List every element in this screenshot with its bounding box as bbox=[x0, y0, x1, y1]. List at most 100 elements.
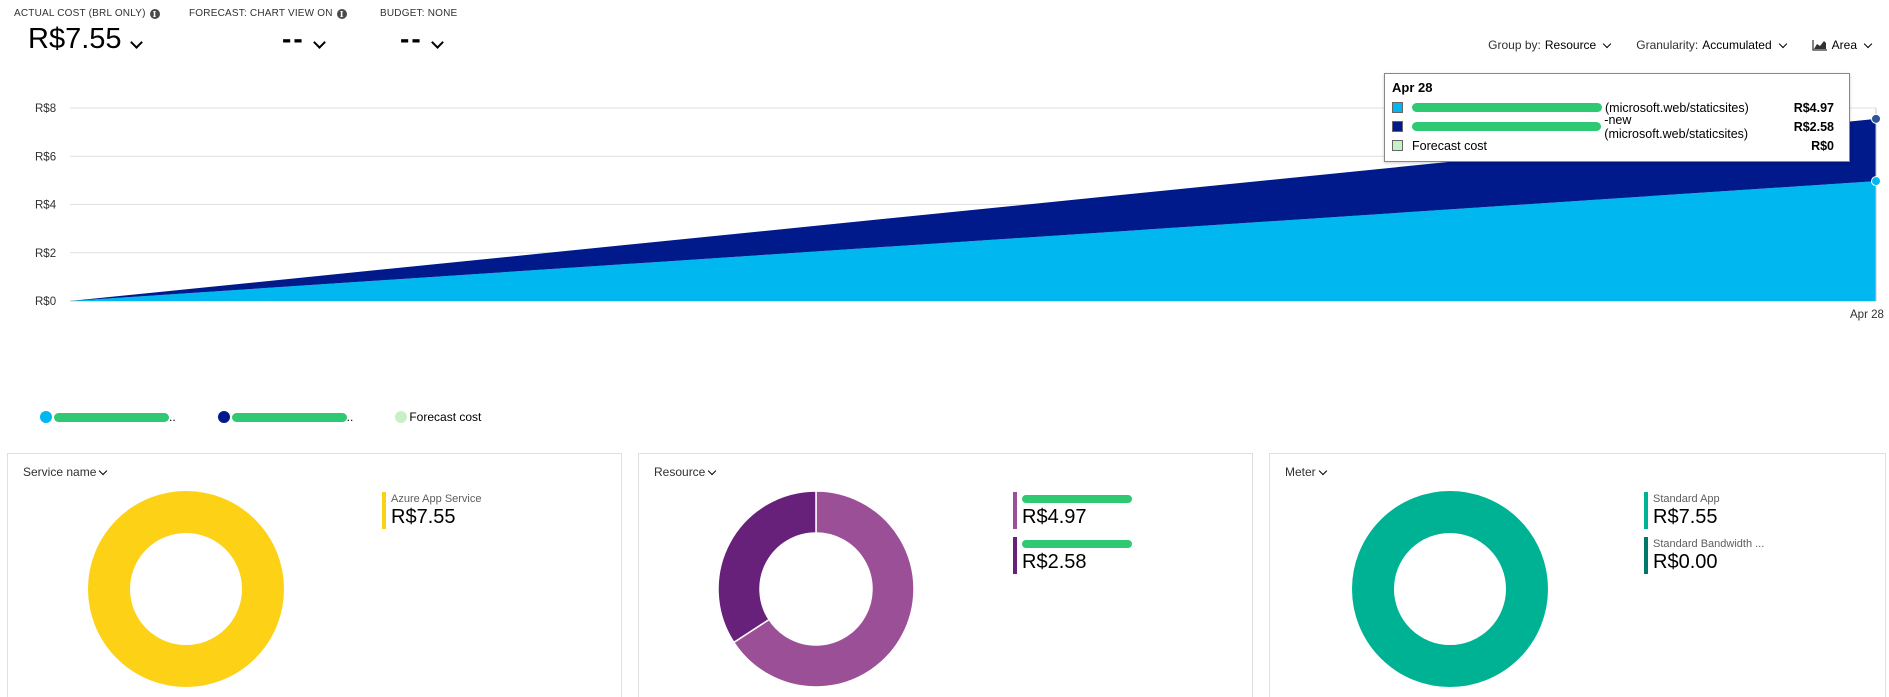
cost-analysis-view: ACTUAL COST (BRL ONLY) i R$7.55 FORECAST… bbox=[0, 0, 1889, 697]
series-swatch bbox=[1392, 140, 1403, 151]
tooltip-series-value: R$4.97 bbox=[1793, 100, 1834, 115]
redacted-text bbox=[231, 412, 347, 422]
chevron-down-icon[interactable] bbox=[430, 35, 444, 49]
resource-header: Resource bbox=[654, 465, 706, 479]
legend-label: .. bbox=[346, 410, 354, 424]
tooltip-date: Apr 28 bbox=[1392, 80, 1433, 95]
service-donut-chart[interactable] bbox=[86, 489, 286, 689]
card-legend-label: Standard App bbox=[1653, 492, 1720, 505]
card-legend-text: Azure App Service R$7.55 bbox=[391, 492, 482, 529]
legend-color-bar bbox=[1644, 537, 1648, 574]
kpi-forecast-value-row[interactable]: -- bbox=[282, 23, 347, 55]
legend-dot bbox=[40, 411, 52, 423]
granularity-dropdown[interactable]: Granularity: Accumulated bbox=[1636, 38, 1787, 52]
card-legend-text: R$4.97 bbox=[1022, 492, 1135, 529]
tooltip-row: -new (microsoft.web/staticsites) R$2.58 bbox=[1392, 113, 1842, 141]
card-legend-value: R$2.58 bbox=[1022, 551, 1087, 573]
tooltip-series-value: R$2.58 bbox=[1793, 119, 1834, 134]
legend-item[interactable]: .. bbox=[217, 410, 354, 424]
chevron-down-icon bbox=[708, 466, 717, 475]
kpi-budget-value-row[interactable]: -- bbox=[400, 23, 457, 55]
service-name-card: Service name Azure App Service R$7.55 bbox=[7, 453, 622, 697]
legend-color-bar bbox=[1644, 492, 1648, 529]
donut-slice[interactable] bbox=[717, 490, 817, 644]
resource-donut-chart[interactable] bbox=[716, 489, 916, 689]
kpi-actual-cost[interactable]: ACTUAL COST (BRL ONLY) i R$7.55 bbox=[14, 8, 160, 56]
card-legend-value: R$4.97 bbox=[1022, 506, 1087, 528]
kpi-budget[interactable]: BUDGET: NONE -- bbox=[380, 8, 457, 55]
chart-tooltip: Apr 28 (microsoft.web/staticsites) R$4.97… bbox=[1384, 73, 1850, 162]
data-point-1[interactable] bbox=[1871, 176, 1881, 187]
redacted-text bbox=[1022, 539, 1132, 548]
kpi-actual-cost-value: R$7.55 bbox=[28, 23, 122, 55]
granularity-label: Granularity: bbox=[1636, 38, 1699, 52]
info-icon[interactable]: i bbox=[336, 8, 347, 19]
service-name-header: Service name bbox=[23, 465, 97, 479]
chart-type-value: Area bbox=[1831, 38, 1857, 52]
series-swatch bbox=[1392, 121, 1403, 132]
chevron-down-icon bbox=[1863, 39, 1873, 48]
resource-legend: R$4.97 R$2.58 bbox=[1013, 492, 1135, 582]
y-tick-label: R$8 bbox=[35, 103, 56, 115]
card-legend-item[interactable]: R$4.97 bbox=[1013, 492, 1135, 529]
y-tick-label: R$2 bbox=[35, 248, 56, 260]
card-legend-label bbox=[1022, 492, 1135, 505]
kpi-budget-value: -- bbox=[400, 23, 423, 54]
card-legend-item[interactable]: Azure App Service R$7.55 bbox=[382, 492, 482, 529]
chart-toolbar: Group by: Resource Granularity: Accumula… bbox=[1488, 38, 1873, 52]
group-by-dropdown[interactable]: Group by: Resource bbox=[1488, 38, 1612, 52]
tooltip-series-label: Forecast cost bbox=[1412, 138, 1488, 153]
tooltip-row: Forecast cost R$0 bbox=[1392, 136, 1842, 155]
meter-dropdown[interactable]: Meter bbox=[1285, 465, 1327, 479]
meter-card: Meter Standard App R$7.55 Standard Bandwid… bbox=[1269, 453, 1886, 697]
chevron-down-icon bbox=[1602, 39, 1612, 48]
legend-color-bar bbox=[1013, 537, 1017, 574]
card-legend-item[interactable]: Standard Bandwidth ... R$0.00 bbox=[1644, 537, 1764, 574]
kpi-actual-cost-value-row[interactable]: R$7.55 bbox=[28, 23, 160, 56]
kpi-actual-cost-label-row: ACTUAL COST (BRL ONLY) i bbox=[14, 8, 160, 19]
y-tick-label: R$4 bbox=[35, 200, 57, 212]
meter-header: Meter bbox=[1285, 465, 1316, 479]
group-by-label: Group by: bbox=[1488, 38, 1541, 52]
chevron-down-icon bbox=[99, 466, 108, 475]
card-legend-label: Azure App Service bbox=[391, 492, 482, 505]
service-legend: Azure App Service R$7.55 bbox=[382, 492, 482, 537]
card-legend-value: R$7.55 bbox=[391, 506, 456, 528]
resource-card: Resource R$4.97 R$2.58 bbox=[638, 453, 1253, 697]
meter-legend: Standard App R$7.55 Standard Bandwidth ...… bbox=[1644, 492, 1764, 582]
meter-donut-chart[interactable] bbox=[1350, 489, 1550, 689]
legend-color-bar bbox=[1013, 492, 1017, 529]
legend-item[interactable]: .. bbox=[40, 410, 176, 424]
redacted-text bbox=[1412, 122, 1602, 131]
card-legend-item[interactable]: R$2.58 bbox=[1013, 537, 1135, 574]
redacted-text bbox=[1412, 103, 1602, 112]
tooltip-series-name: Forecast cost bbox=[1412, 139, 1778, 153]
area-chart-icon bbox=[1812, 40, 1827, 51]
y-tick-label: R$0 bbox=[35, 296, 56, 308]
kpi-forecast-value: -- bbox=[282, 23, 305, 54]
granularity-value: Accumulated bbox=[1702, 38, 1772, 52]
info-icon[interactable]: i bbox=[149, 8, 160, 19]
chart-legend: .... Forecast cost bbox=[40, 410, 523, 424]
legend-item[interactable]: Forecast cost bbox=[395, 410, 481, 424]
card-legend-text: R$2.58 bbox=[1022, 537, 1135, 574]
legend-label: .. bbox=[169, 410, 176, 424]
legend-label: Forecast cost bbox=[409, 410, 482, 424]
chart-type-dropdown[interactable]: Area bbox=[1812, 38, 1873, 52]
service-name-dropdown[interactable]: Service name bbox=[23, 465, 108, 479]
x-tick-label: Apr 28 bbox=[1850, 309, 1884, 321]
resource-dropdown[interactable]: Resource bbox=[654, 465, 717, 479]
kpi-forecast-label-row: FORECAST: CHART VIEW ON i bbox=[189, 8, 347, 19]
card-legend-text: Standard App R$7.55 bbox=[1653, 492, 1720, 529]
card-legend-item[interactable]: Standard App R$7.55 bbox=[1644, 492, 1764, 529]
chevron-down-icon[interactable] bbox=[312, 35, 326, 49]
donut-slice[interactable] bbox=[88, 491, 284, 687]
card-legend-value: R$7.55 bbox=[1653, 506, 1718, 528]
tooltip-rows: (microsoft.web/staticsites) R$4.97 -new (m… bbox=[1392, 98, 1842, 155]
card-legend-label bbox=[1022, 537, 1135, 550]
card-legend-value: R$0.00 bbox=[1653, 551, 1718, 573]
data-point-2[interactable] bbox=[1871, 113, 1881, 124]
donut-slice[interactable] bbox=[1352, 491, 1548, 687]
kpi-forecast[interactable]: FORECAST: CHART VIEW ON i -- bbox=[189, 8, 347, 55]
chevron-down-icon[interactable] bbox=[129, 36, 143, 49]
